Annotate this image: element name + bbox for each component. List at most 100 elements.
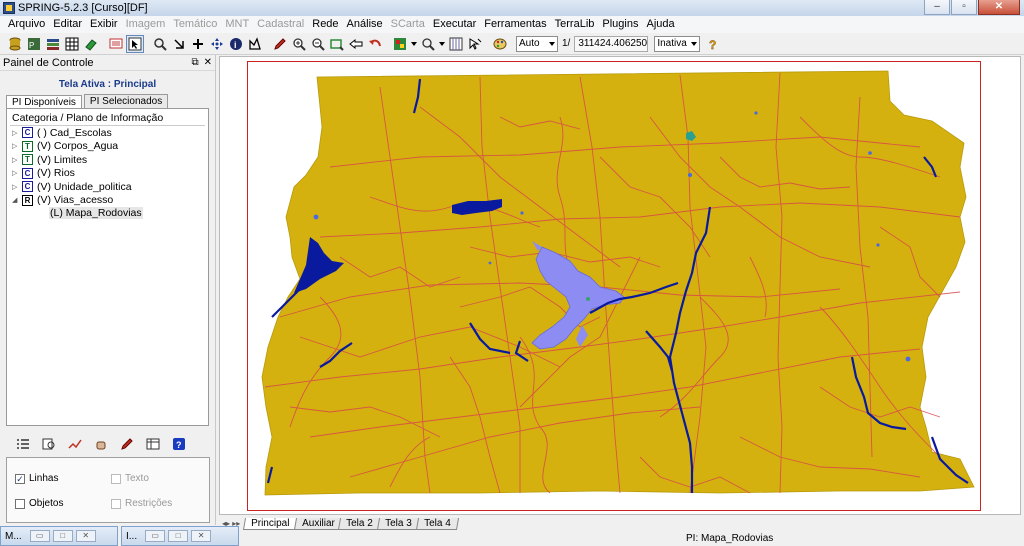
help-question-icon[interactable]: ? — [170, 436, 188, 452]
grid-icon[interactable] — [63, 35, 81, 53]
pointer-select-icon[interactable] — [126, 34, 144, 53]
tab-scroll-arrows-icon[interactable]: ◂▸ ▸▸ — [222, 518, 240, 530]
tree-item-label: (V) Vias_acesso — [37, 194, 114, 207]
zoom-out-icon[interactable] — [309, 35, 327, 53]
scale-value-field[interactable]: 311424.406250 — [574, 35, 649, 52]
zoom-icon[interactable] — [151, 35, 169, 53]
close-panel-icon[interactable]: ✕ — [204, 57, 212, 68]
display-options: ✓ Linhas Texto Objetos Restrições — [6, 457, 210, 523]
cursor-edit-icon[interactable] — [466, 35, 484, 53]
menu-mnt[interactable]: MNT — [221, 17, 253, 32]
tab-principal[interactable]: Principal — [243, 518, 298, 530]
menu-arquivo[interactable]: Arquivo — [4, 17, 49, 32]
menu-scarta[interactable]: SCarta — [387, 17, 429, 32]
cursor-area-icon[interactable] — [170, 35, 188, 53]
palette-icon[interactable] — [491, 35, 509, 53]
menu-executar[interactable]: Executar — [429, 17, 480, 32]
menu-ferramentas[interactable]: Ferramentas — [480, 17, 550, 32]
tab-tela-3[interactable]: Tela 3 — [377, 518, 420, 530]
close-icon[interactable]: ✕ — [191, 530, 212, 542]
close-button[interactable]: ✕ — [978, 0, 1020, 15]
menu-cadastral[interactable]: Cadastral — [253, 17, 308, 32]
draw-screen-icon[interactable] — [107, 35, 125, 53]
maximize-icon[interactable]: □ — [52, 530, 73, 542]
hand-tool-icon[interactable] — [92, 436, 110, 452]
chevron-down-icon[interactable] — [410, 35, 418, 53]
pencil-icon[interactable] — [271, 35, 289, 53]
state-select[interactable]: Inativa — [654, 35, 701, 52]
pencil-edit-icon[interactable] — [118, 436, 136, 452]
menu-imagem[interactable]: Imagem — [122, 17, 170, 32]
menu-ajuda[interactable]: Ajuda — [642, 17, 678, 32]
tree-item-corpos-agua[interactable]: ▷ T (V) Corpos_Agua — [12, 140, 208, 154]
tab-pi-selecionados[interactable]: PI Selecionados — [83, 94, 169, 108]
window-title: SPRING-5.2.3 [Curso][DF] — [18, 2, 148, 14]
tree-item-cad-escolas[interactable]: ▷ C ( ) Cad_Escolas — [12, 126, 208, 140]
profile-icon[interactable] — [246, 35, 264, 53]
zoom-in-icon[interactable] — [290, 35, 308, 53]
menu-terralib[interactable]: TerraLib — [551, 17, 599, 32]
help-icon[interactable]: ? — [704, 35, 722, 53]
thematic-category-icon: T — [22, 154, 33, 166]
collapse-arrow-icon[interactable]: ◢ — [12, 196, 22, 204]
map-color-icon[interactable] — [391, 35, 409, 53]
list-icon[interactable] — [14, 436, 32, 452]
minimized-window-1[interactable]: M... ▭ □ ✕ — [0, 526, 118, 546]
tree-item-unidade-politica[interactable]: ▷ C (V) Unidade_politica — [12, 180, 208, 194]
plus-icon[interactable] — [189, 35, 207, 53]
zoom-tool-icon[interactable] — [419, 35, 437, 53]
menu-rede[interactable]: Rede — [308, 17, 342, 32]
maximize-icon[interactable]: □ — [168, 530, 189, 542]
linhas-checkbox[interactable]: ✓ Linhas — [15, 473, 58, 484]
expand-arrow-icon[interactable]: ▷ — [12, 129, 22, 137]
expand-arrow-icon[interactable]: ▷ — [12, 169, 22, 177]
menu-editar[interactable]: Editar — [49, 17, 86, 32]
tab-label: Tela 2 — [346, 518, 374, 529]
tree-item-vias-acesso[interactable]: ◢ R (V) Vias_acesso — [12, 194, 208, 208]
restricoes-checkbox[interactable]: Restrições — [111, 498, 172, 509]
tree-item-rios[interactable]: ▷ C (V) Rios — [12, 167, 208, 181]
menu-analise[interactable]: Análise — [343, 17, 387, 32]
map-canvas[interactable] — [219, 56, 1021, 515]
layers-icon[interactable] — [44, 35, 62, 53]
svg-text:?: ? — [709, 38, 716, 51]
texto-checkbox[interactable]: Texto — [111, 473, 149, 484]
menu-exibir[interactable]: Exibir — [86, 17, 122, 32]
chevron-down-icon[interactable] — [438, 35, 446, 53]
database-icon[interactable] — [6, 35, 24, 53]
back-icon[interactable] — [347, 35, 365, 53]
restore-button[interactable]: ▫ — [951, 0, 977, 15]
expand-arrow-icon[interactable]: ▷ — [12, 156, 22, 164]
project-icon[interactable]: P — [25, 35, 43, 53]
restore-icon[interactable]: ▭ — [145, 530, 166, 542]
tree-item-limites[interactable]: ▷ T (V) Limites — [12, 153, 208, 167]
svg-text:i: i — [234, 40, 237, 50]
restore-icon[interactable]: ▭ — [29, 530, 50, 542]
eraser-icon[interactable] — [82, 35, 100, 53]
screen-tabs: ◂▸ ▸▸ Principal Auxiliar Tela 2 Tela 3 T… — [222, 516, 459, 530]
table-view-icon[interactable] — [144, 436, 162, 452]
tab-tela-4[interactable]: Tela 4 — [415, 518, 459, 530]
undo-icon[interactable] — [366, 35, 384, 53]
texto-label: Texto — [125, 473, 149, 484]
search-table-icon[interactable] — [40, 436, 58, 452]
grid-coord-icon[interactable] — [447, 35, 465, 53]
thematic-category-icon: T — [22, 140, 33, 152]
objetos-checkbox[interactable]: Objetos — [15, 498, 63, 509]
scale-mode-select[interactable]: Auto — [516, 35, 558, 52]
minimize-button[interactable]: – — [924, 0, 950, 15]
tab-auxiliar[interactable]: Auxiliar — [293, 518, 343, 530]
menu-tematico[interactable]: Temático — [169, 17, 221, 32]
expand-arrow-icon[interactable]: ▷ — [12, 142, 22, 150]
tab-tela-2[interactable]: Tela 2 — [338, 518, 382, 530]
zoom-window-icon[interactable] — [328, 35, 346, 53]
menu-plugins[interactable]: Plugins — [598, 17, 642, 32]
float-panel-icon[interactable]: ⧉ — [191, 57, 198, 68]
expand-arrow-icon[interactable]: ▷ — [12, 183, 22, 191]
tree-item-mapa-rodovias[interactable]: (L) Mapa_Rodovias — [49, 207, 208, 221]
edit-attributes-icon[interactable] — [66, 436, 84, 452]
close-icon[interactable]: ✕ — [75, 530, 96, 542]
pan-icon[interactable] — [208, 35, 226, 53]
info-icon[interactable]: i — [227, 35, 245, 53]
tab-pi-disponiveis[interactable]: PI Disponíveis — [6, 95, 82, 109]
